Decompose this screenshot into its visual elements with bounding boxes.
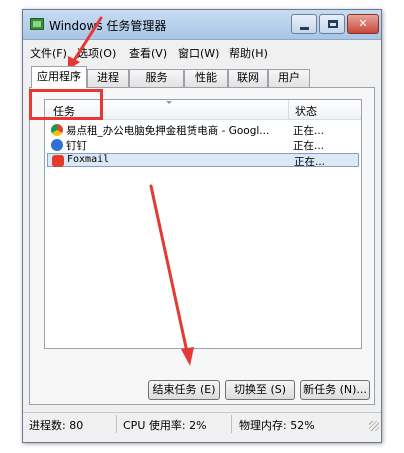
list-item-selected[interactable]: Foxmail 正在...	[47, 153, 359, 168]
task-list[interactable]: 任务 状态 易点租_办公电脑免押金租赁电商 - Googl... 正在... 钉…	[44, 99, 362, 349]
column-divider[interactable]	[288, 100, 289, 120]
memory-usage: 物理内存: 52%	[239, 419, 315, 432]
close-icon: ✕	[358, 17, 368, 30]
menu-view[interactable]: 查看(V)	[129, 45, 167, 61]
sort-arrow-icon	[166, 101, 172, 104]
maximize-button[interactable]	[319, 14, 345, 34]
task-name: Foxmail	[67, 154, 110, 165]
highlight-box	[29, 89, 103, 120]
minimize-button[interactable]	[291, 14, 317, 34]
tab-processes[interactable]: 进程	[87, 69, 129, 87]
task-status: 正在...	[293, 125, 325, 137]
window-title: Windows 任务管理器	[49, 19, 167, 33]
menu-options[interactable]: 选项(O)	[77, 45, 116, 61]
tab-networking[interactable]: 联网	[228, 69, 268, 87]
menu-file[interactable]: 文件(F)	[30, 45, 67, 61]
foxmail-icon	[52, 155, 64, 167]
list-item[interactable]: 易点租_办公电脑免押金租赁电商 - Googl... 正在...	[47, 123, 359, 137]
applications-panel: 任务 状态 易点租_办公电脑免押金租赁电商 - Googl... 正在... 钉…	[29, 87, 375, 405]
status-bar: 进程数: 80 CPU 使用率: 2% 物理内存: 52%	[23, 412, 381, 434]
task-status: 正在...	[294, 156, 326, 168]
task-name: 钉钉	[66, 140, 87, 152]
tab-users[interactable]: 用户	[268, 69, 310, 87]
switch-to-button[interactable]: 切换至 (S)	[225, 380, 295, 400]
cpu-usage: CPU 使用率: 2%	[123, 419, 207, 432]
status-divider	[116, 415, 117, 433]
list-item[interactable]: 钉钉 正在...	[47, 138, 359, 152]
minimize-icon	[300, 27, 309, 30]
tab-strip: 应用程序 进程 服务 性能 联网 用户	[29, 66, 375, 88]
end-task-button[interactable]: 结束任务 (E)	[148, 380, 220, 400]
menu-bar: 文件(F) 选项(O) 查看(V) 窗口(W) 帮助(H)	[23, 43, 381, 61]
tab-performance[interactable]: 性能	[184, 69, 228, 87]
chrome-icon	[51, 124, 63, 136]
menu-help[interactable]: 帮助(H)	[229, 45, 268, 61]
task-status: 正在...	[293, 140, 325, 152]
process-count: 进程数: 80	[29, 419, 84, 432]
title-bar: Windows 任务管理器 ✕	[23, 10, 381, 40]
maximize-icon	[328, 20, 338, 28]
task-name: 易点租_办公电脑免押金租赁电商 - Googl...	[66, 125, 270, 137]
new-task-button[interactable]: 新任务 (N)...	[300, 380, 370, 400]
column-header-status[interactable]: 状态	[295, 103, 317, 119]
tab-applications[interactable]: 应用程序	[31, 66, 87, 88]
dingtalk-icon	[51, 139, 63, 151]
task-manager-icon	[30, 18, 44, 30]
resize-grip[interactable]	[369, 421, 379, 431]
status-divider	[231, 415, 232, 433]
menu-window[interactable]: 窗口(W)	[178, 45, 219, 61]
tab-services[interactable]: 服务	[129, 69, 184, 87]
task-manager-window: Windows 任务管理器 ✕ 文件(F) 选项(O) 查看(V) 窗口(W) …	[22, 9, 382, 443]
close-button[interactable]: ✕	[347, 14, 379, 34]
